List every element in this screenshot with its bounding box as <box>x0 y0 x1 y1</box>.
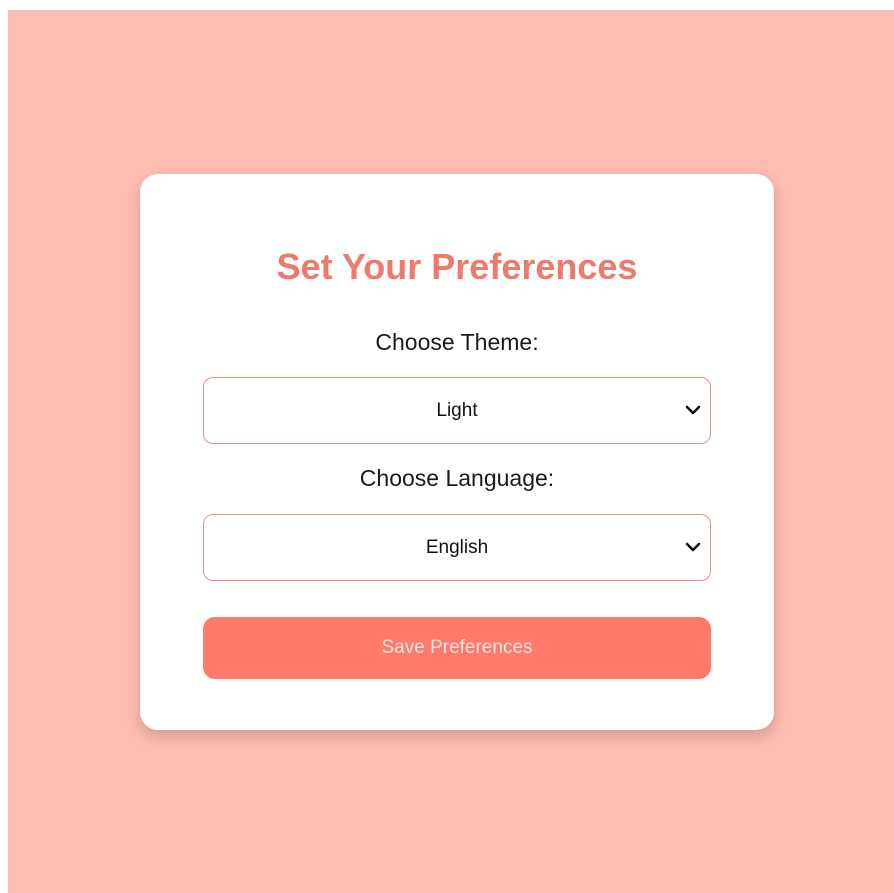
language-select-value: English <box>425 537 489 558</box>
chevron-down-icon <box>685 405 701 415</box>
page-title: Set Your Preferences <box>276 246 638 287</box>
theme-select[interactable]: Light <box>203 377 711 444</box>
preferences-card: Set Your Preferences Choose Theme: Light… <box>140 174 774 730</box>
language-select[interactable]: English <box>203 514 711 581</box>
language-label: Choose Language: <box>359 465 555 491</box>
chevron-down-icon <box>685 542 701 552</box>
page-background: Set Your Preferences Choose Theme: Light… <box>8 10 894 893</box>
save-preferences-button[interactable]: Save Preferences <box>203 617 711 679</box>
theme-select-value: Light <box>436 400 478 421</box>
theme-label: Choose Theme: <box>375 329 539 355</box>
